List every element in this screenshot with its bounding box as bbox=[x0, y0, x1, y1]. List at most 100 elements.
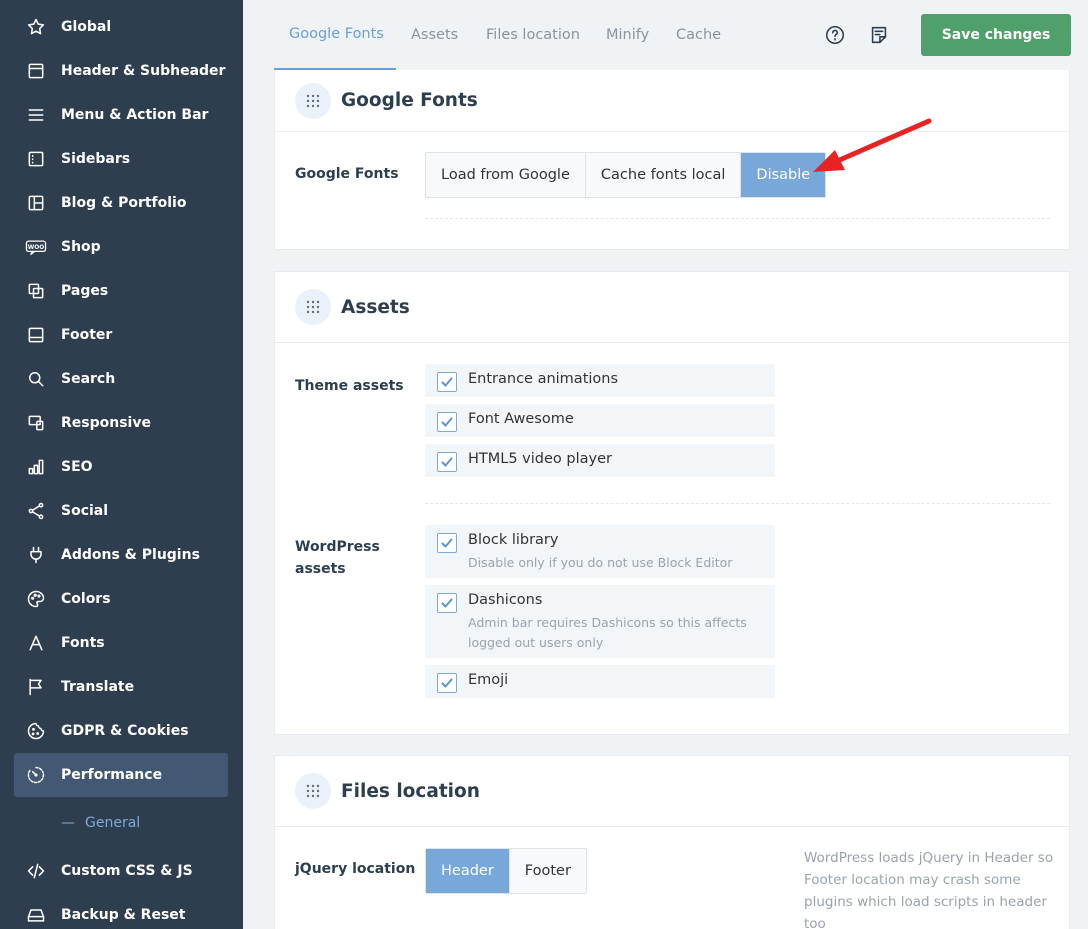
option-load-from-google[interactable]: Load from Google bbox=[426, 153, 586, 197]
panel-header: Assets bbox=[275, 272, 1069, 343]
sidebar-item-search[interactable]: Search bbox=[14, 357, 228, 401]
sidebar-item-backup[interactable]: Backup & Reset bbox=[14, 893, 228, 929]
sidebar-item-social[interactable]: Social bbox=[14, 489, 228, 533]
sidebar-item-pages[interactable]: Pages bbox=[14, 269, 228, 313]
sidebar-item-label: Addons & Plugins bbox=[61, 547, 200, 563]
sidebar-item-sidebars[interactable]: Sidebars bbox=[14, 137, 228, 181]
svg-text:WOO: WOO bbox=[28, 245, 44, 251]
sidebar-item-responsive[interactable]: Responsive bbox=[14, 401, 228, 445]
flag-icon bbox=[25, 676, 47, 698]
check-icon bbox=[441, 457, 453, 467]
sub-dash: — bbox=[61, 815, 75, 831]
woo-icon: WOO bbox=[25, 236, 47, 258]
notes-icon[interactable] bbox=[868, 24, 890, 46]
check-icon bbox=[441, 598, 453, 608]
checkbox-html5-video-player[interactable]: HTML5 video player bbox=[425, 444, 775, 477]
sidebar-item-custom-css[interactable]: Custom CSS & JS bbox=[14, 849, 228, 893]
sidebar-item-header[interactable]: Header & Subheader bbox=[14, 49, 228, 93]
sidebar-item-label: Fonts bbox=[61, 635, 105, 651]
sidebar-item-addons[interactable]: Addons & Plugins bbox=[14, 533, 228, 577]
sidebar-subitem-label: General bbox=[85, 815, 141, 831]
sidebar: Global Header & Subheader Menu & Action … bbox=[0, 0, 243, 929]
option-cache-fonts-local[interactable]: Cache fonts local bbox=[585, 153, 742, 197]
sidebar-item-label: Search bbox=[61, 371, 116, 387]
checkbox[interactable] bbox=[437, 533, 457, 553]
drag-handle-icon[interactable] bbox=[295, 773, 331, 809]
option-disable[interactable]: Disable bbox=[741, 153, 826, 197]
checkbox-label: Emoji bbox=[468, 672, 509, 688]
tab-files-location[interactable]: Files location bbox=[486, 0, 580, 70]
checkbox-entrance-animations[interactable]: Entrance animations bbox=[425, 364, 775, 397]
check-icon bbox=[441, 377, 453, 387]
sidebar-item-menu[interactable]: Menu & Action Bar bbox=[14, 93, 228, 137]
checkbox[interactable] bbox=[437, 412, 457, 432]
checkbox-dashicons[interactable]: Dashicons Admin bar requires Dashicons s… bbox=[425, 585, 775, 658]
sidebar-item-label: Colors bbox=[61, 591, 111, 607]
checkbox-emoji[interactable]: Emoji bbox=[425, 665, 775, 698]
footer-icon bbox=[25, 324, 47, 346]
save-button[interactable]: Save changes bbox=[921, 14, 1071, 56]
help-icon[interactable] bbox=[824, 24, 846, 46]
sidebar-item-colors[interactable]: Colors bbox=[14, 577, 228, 621]
font-icon bbox=[25, 632, 47, 654]
option-footer[interactable]: Footer bbox=[509, 849, 586, 893]
sidebar-item-label: Shop bbox=[61, 239, 101, 255]
checkbox-font-awesome[interactable]: Font Awesome bbox=[425, 404, 775, 437]
pages-icon bbox=[25, 280, 47, 302]
checkbox-block-library[interactable]: Block library Disable only if you do not… bbox=[425, 525, 775, 578]
sidebar-item-label: Sidebars bbox=[61, 151, 131, 167]
gauge-icon bbox=[25, 764, 47, 786]
menu-icon bbox=[25, 104, 47, 126]
divider bbox=[425, 218, 1050, 219]
check-icon bbox=[441, 417, 453, 427]
sidebar-item-label: Global bbox=[61, 19, 112, 35]
sidebar-icon bbox=[25, 148, 47, 170]
sidebar-item-fonts[interactable]: Fonts bbox=[14, 621, 228, 665]
sidebar-subitem-general[interactable]: — General bbox=[61, 812, 140, 834]
tab-minify[interactable]: Minify bbox=[606, 0, 649, 70]
sidebar-item-translate[interactable]: Translate bbox=[14, 665, 228, 709]
sidebar-item-gdpr[interactable]: GDPR & Cookies bbox=[14, 709, 228, 753]
tab-google-fonts[interactable]: Google Fonts bbox=[274, 0, 396, 70]
sidebar-item-label: Social bbox=[61, 503, 109, 519]
panel-header: Files location bbox=[275, 756, 1069, 827]
sidebar-item-label: Translate bbox=[61, 679, 135, 695]
option-header[interactable]: Header bbox=[426, 849, 510, 893]
checkbox[interactable] bbox=[437, 673, 457, 693]
theme-assets-label: Theme assets bbox=[295, 378, 404, 394]
checkbox-label: HTML5 video player bbox=[468, 451, 612, 467]
panel-title: Assets bbox=[341, 296, 410, 318]
sidebar-item-seo[interactable]: SEO bbox=[14, 445, 228, 489]
sidebar-item-label: Custom CSS & JS bbox=[61, 863, 193, 879]
palette-icon bbox=[25, 588, 47, 610]
drag-handle-icon[interactable] bbox=[295, 82, 331, 119]
panel-header: Google Fonts bbox=[275, 70, 1069, 132]
label-line: assets bbox=[295, 561, 346, 577]
checkbox[interactable] bbox=[437, 593, 457, 613]
checkbox-description: Admin bar requires Dashicons so this aff… bbox=[468, 615, 747, 650]
panel-assets: Assets Theme assets Entrance animations … bbox=[274, 271, 1070, 735]
jquery-location-label: jQuery location bbox=[295, 861, 416, 877]
panel-files-location: Files location jQuery location Header Fo… bbox=[274, 755, 1070, 929]
plug-icon bbox=[25, 544, 47, 566]
tab-cache[interactable]: Cache bbox=[676, 0, 721, 70]
label-line: WordPress bbox=[295, 539, 380, 555]
sidebar-item-blog[interactable]: Blog & Portfolio bbox=[14, 181, 228, 225]
checkbox[interactable] bbox=[437, 372, 457, 392]
sidebar-item-footer[interactable]: Footer bbox=[14, 313, 228, 357]
search-icon bbox=[25, 368, 47, 390]
tab-assets[interactable]: Assets bbox=[411, 0, 458, 70]
checkbox-label: Block library bbox=[468, 532, 559, 548]
checkbox-description: Disable only if you do not use Block Edi… bbox=[468, 555, 733, 570]
checkbox[interactable] bbox=[437, 452, 457, 472]
header-icon bbox=[25, 60, 47, 82]
sidebar-item-global[interactable]: Global bbox=[14, 5, 228, 49]
jquery-location-note: WordPress loads jQuery in Header so Foot… bbox=[804, 850, 1054, 929]
sidebar-item-performance[interactable]: Performance bbox=[14, 753, 228, 797]
responsive-icon bbox=[25, 412, 47, 434]
panel-google-fonts: Google Fonts Google Fonts Load from Goog… bbox=[274, 70, 1070, 250]
checkbox-label: Entrance animations bbox=[468, 371, 619, 387]
sidebar-item-shop[interactable]: WOO Shop bbox=[14, 225, 228, 269]
drag-handle-icon[interactable] bbox=[295, 289, 331, 325]
sidebar-item-label: Blog & Portfolio bbox=[61, 195, 187, 211]
